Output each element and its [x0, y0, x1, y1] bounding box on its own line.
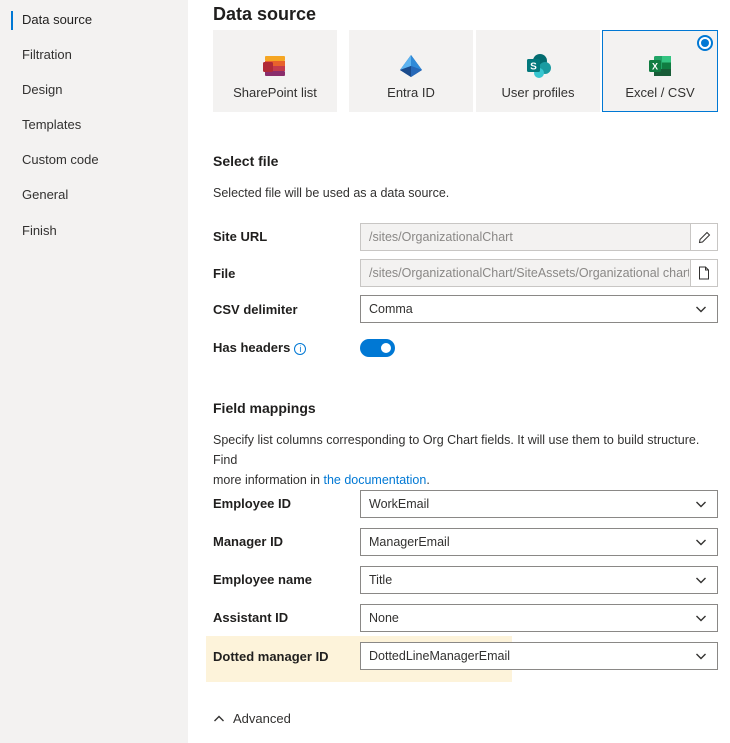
chevron-down-icon — [696, 577, 706, 584]
chevron-down-icon — [696, 539, 706, 546]
csv-delimiter-label: CSV delimiter — [213, 302, 298, 317]
field-mappings-description-prefix: more information in — [213, 473, 324, 487]
edit-site-url-button[interactable] — [690, 224, 717, 250]
manager-id-value: ManagerEmail — [369, 535, 450, 549]
assistant-id-label: Assistant ID — [213, 610, 289, 625]
source-tile-excel-csv[interactable]: X Excel / CSV — [602, 30, 718, 112]
advanced-toggle[interactable]: Advanced — [213, 711, 291, 726]
has-headers-toggle[interactable] — [360, 339, 395, 357]
manager-id-dropdown[interactable]: ManagerEmail — [360, 528, 718, 556]
sidebar-item-general[interactable]: General — [0, 179, 188, 211]
sharepoint-icon: S — [527, 54, 551, 78]
employee-id-dropdown[interactable]: WorkEmail — [360, 490, 718, 518]
source-tile-sharepoint-list[interactable]: SharePoint list — [213, 30, 337, 112]
svg-text:S: S — [530, 62, 537, 73]
field-mappings-description-line1: Specify list columns corresponding to Or… — [213, 433, 700, 467]
advanced-label: Advanced — [233, 711, 291, 726]
assistant-id-dropdown[interactable]: None — [360, 604, 718, 632]
sidebar-item-custom-code[interactable]: Custom code — [0, 144, 188, 176]
site-url-field: /sites/OrganizationalChart — [360, 223, 718, 251]
field-mappings-description: Specify list columns corresponding to Or… — [213, 430, 713, 490]
site-url-label: Site URL — [213, 229, 268, 244]
field-mappings-heading: Field mappings — [213, 400, 316, 416]
chevron-down-icon — [696, 501, 706, 508]
employee-name-value: Title — [369, 573, 393, 587]
select-file-description: Selected file will be used as a data sou… — [213, 186, 450, 200]
chevron-up-icon — [214, 715, 224, 721]
sidebar-item-data-source[interactable]: Data source — [0, 4, 188, 36]
select-file-heading: Select file — [213, 153, 279, 169]
file-label: File — [213, 266, 236, 281]
has-headers-text: Has headers — [213, 340, 291, 355]
csv-delimiter-value: Comma — [369, 302, 413, 316]
dotted-manager-id-dropdown[interactable]: DottedLineManagerEmail — [360, 642, 718, 670]
excel-icon: X — [649, 56, 671, 76]
main-panel: Data source SharePoint list Entra ID S U… — [188, 0, 730, 743]
chevron-down-icon — [696, 306, 706, 313]
chevron-down-icon — [696, 615, 706, 622]
site-url-value: /sites/OrganizationalChart — [369, 230, 513, 244]
employee-id-value: WorkEmail — [369, 497, 430, 511]
entra-id-icon — [400, 55, 422, 77]
source-tile-label: SharePoint list — [233, 85, 317, 100]
sidebar-item-finish[interactable]: Finish — [0, 215, 188, 247]
sidebar: Data source Filtration Design Templates … — [0, 0, 188, 743]
selected-radio-icon — [697, 35, 713, 51]
employee-name-label: Employee name — [213, 572, 312, 587]
source-tile-label: Entra ID — [387, 85, 435, 100]
file-value: /sites/OrganizationalChart/SiteAssets/Or… — [369, 266, 689, 280]
source-tile-entra-id[interactable]: Entra ID — [349, 30, 473, 112]
source-tile-label: User profiles — [501, 85, 575, 100]
svg-text:X: X — [652, 62, 658, 72]
has-headers-label: Has headers i — [213, 340, 307, 355]
sidebar-item-design[interactable]: Design — [0, 74, 188, 106]
file-field: /sites/OrganizationalChart/SiteAssets/Or… — [360, 259, 718, 287]
dotted-manager-id-label: Dotted manager ID — [213, 649, 329, 664]
chevron-down-icon — [696, 653, 706, 660]
pencil-icon — [698, 231, 710, 243]
manager-id-label: Manager ID — [213, 534, 284, 549]
assistant-id-value: None — [369, 611, 399, 625]
dotted-manager-id-value: DottedLineManagerEmail — [369, 649, 511, 663]
employee-name-dropdown[interactable]: Title — [360, 566, 718, 594]
info-icon[interactable]: i — [294, 343, 307, 355]
field-mappings-description-suffix: . — [426, 473, 430, 487]
browse-file-button[interactable] — [690, 260, 717, 286]
sidebar-item-templates[interactable]: Templates — [0, 109, 188, 141]
sidebar-item-filtration[interactable]: Filtration — [0, 39, 188, 71]
source-tile-label: Excel / CSV — [625, 85, 695, 100]
page-title: Data source — [213, 4, 317, 24]
csv-delimiter-dropdown[interactable]: Comma — [360, 295, 718, 323]
sharepoint-list-icon — [263, 56, 285, 76]
source-tile-user-profiles[interactable]: S User profiles — [476, 30, 600, 112]
document-icon — [699, 266, 709, 280]
employee-id-label: Employee ID — [213, 496, 292, 511]
documentation-link[interactable]: the documentation — [323, 473, 426, 487]
